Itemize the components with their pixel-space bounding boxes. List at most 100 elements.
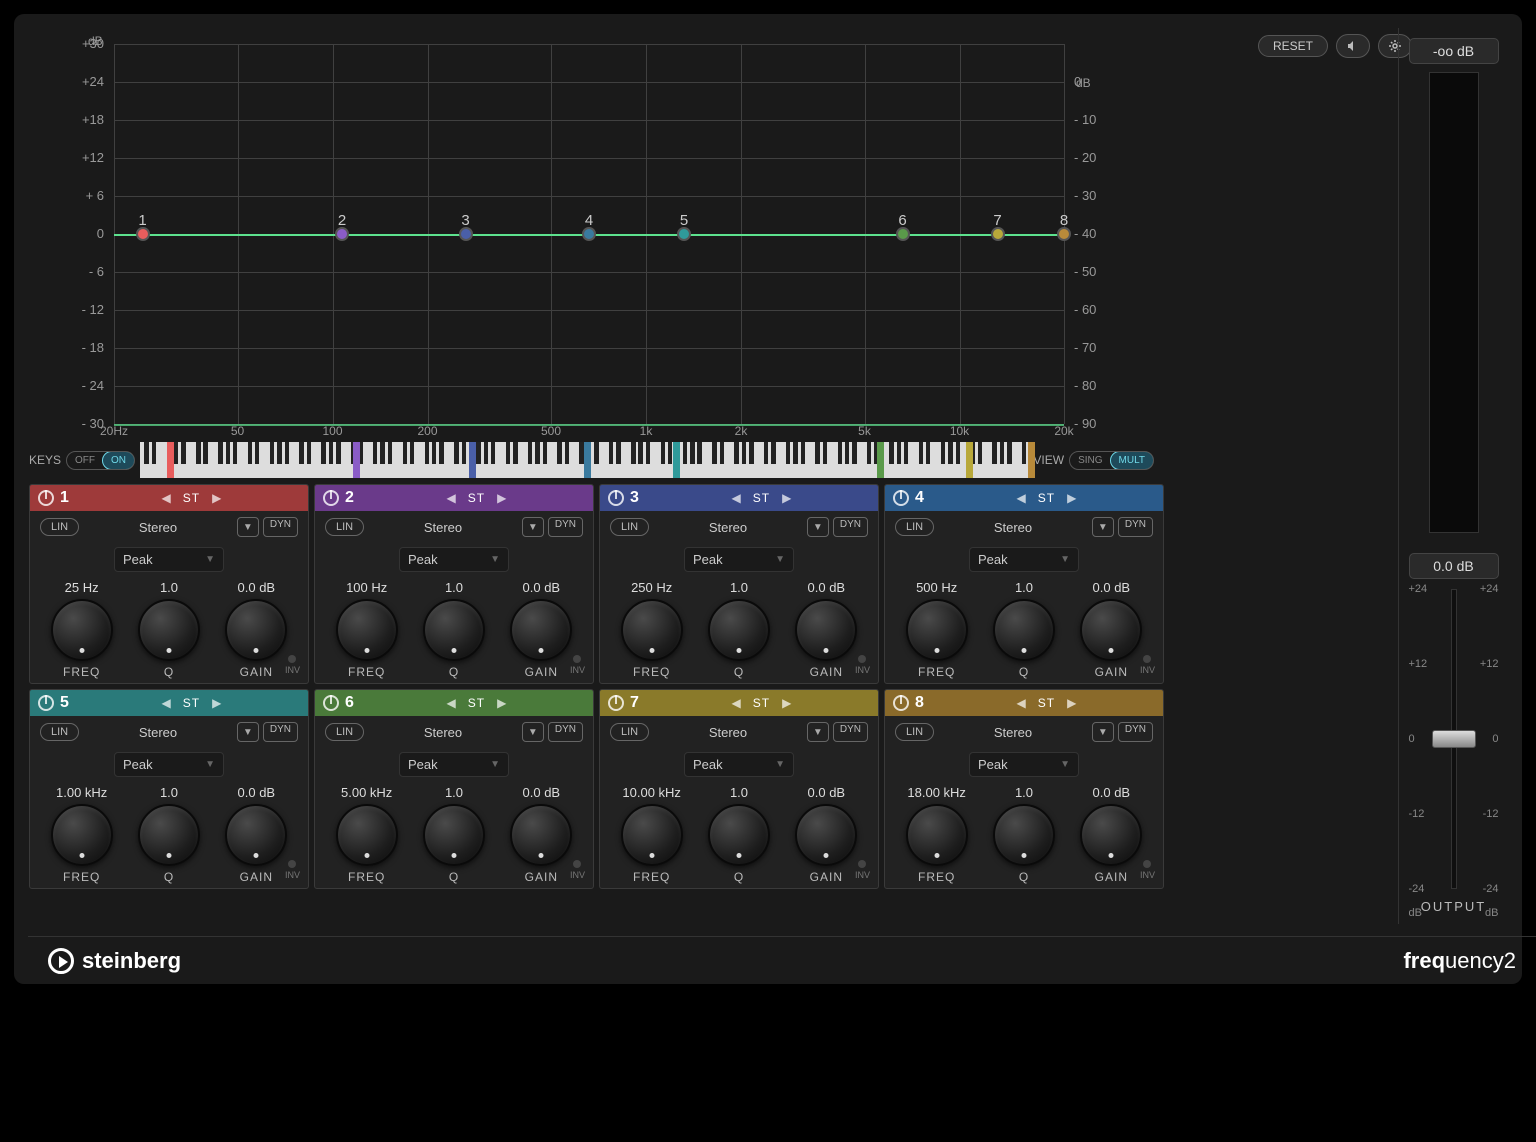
inv-toggle[interactable]: INV: [1140, 655, 1155, 675]
eq-node-7[interactable]: [991, 227, 1005, 241]
eq-node-4[interactable]: [582, 227, 596, 241]
dropdown-button[interactable]: ▼: [522, 517, 544, 537]
freq-knob[interactable]: [51, 599, 113, 661]
gain-knob[interactable]: [1080, 804, 1142, 866]
lin-button[interactable]: LIN: [325, 518, 364, 536]
filter-type-select[interactable]: Peak▼: [399, 547, 509, 572]
filter-type-select[interactable]: Peak▼: [114, 752, 224, 777]
prev-arrow-icon[interactable]: ◀: [441, 696, 462, 710]
gain-knob[interactable]: [795, 599, 857, 661]
keys-toggle[interactable]: OFF ON: [66, 451, 135, 470]
dyn-button[interactable]: DYN: [1118, 722, 1153, 742]
lin-button[interactable]: LIN: [40, 723, 79, 741]
lin-button[interactable]: LIN: [40, 518, 79, 536]
freq-knob[interactable]: [621, 599, 683, 661]
q-knob[interactable]: [138, 804, 200, 866]
eq-node-1[interactable]: [136, 227, 150, 241]
dropdown-button[interactable]: ▼: [1092, 722, 1114, 742]
gain-knob[interactable]: [225, 804, 287, 866]
freq-knob[interactable]: [51, 804, 113, 866]
next-arrow-icon[interactable]: ▶: [1061, 696, 1082, 710]
view-toggle[interactable]: SING MULT: [1069, 451, 1154, 470]
dropdown-button[interactable]: ▼: [237, 517, 259, 537]
dyn-button[interactable]: DYN: [548, 722, 583, 742]
power-icon[interactable]: [608, 490, 624, 506]
power-icon[interactable]: [893, 490, 909, 506]
power-icon[interactable]: [38, 695, 54, 711]
next-arrow-icon[interactable]: ▶: [1061, 491, 1082, 505]
gain-knob[interactable]: [225, 599, 287, 661]
freq-knob[interactable]: [906, 804, 968, 866]
dyn-button[interactable]: DYN: [833, 722, 868, 742]
dropdown-button[interactable]: ▼: [807, 517, 829, 537]
reset-button[interactable]: RESET: [1258, 35, 1328, 57]
gain-knob[interactable]: [510, 599, 572, 661]
power-icon[interactable]: [323, 490, 339, 506]
next-arrow-icon[interactable]: ▶: [491, 696, 512, 710]
q-knob[interactable]: [993, 599, 1055, 661]
listen-button[interactable]: [1336, 34, 1370, 58]
dyn-button[interactable]: DYN: [548, 517, 583, 537]
freq-knob[interactable]: [336, 599, 398, 661]
inv-toggle[interactable]: INV: [1140, 860, 1155, 880]
inv-toggle[interactable]: INV: [570, 860, 585, 880]
filter-type-select[interactable]: Peak▼: [399, 752, 509, 777]
q-knob[interactable]: [993, 804, 1055, 866]
power-icon[interactable]: [893, 695, 909, 711]
q-knob[interactable]: [708, 599, 770, 661]
eq-node-2[interactable]: [335, 227, 349, 241]
eq-node-3[interactable]: [459, 227, 473, 241]
inv-toggle[interactable]: INV: [855, 655, 870, 675]
q-knob[interactable]: [138, 599, 200, 661]
eq-graph[interactable]: +30+24+18+12+ 60- 6- 12- 18- 24- 300- 10…: [114, 44, 1064, 424]
lin-button[interactable]: LIN: [610, 723, 649, 741]
dyn-button[interactable]: DYN: [833, 517, 868, 537]
prev-arrow-icon[interactable]: ◀: [726, 696, 747, 710]
freq-knob[interactable]: [621, 804, 683, 866]
eq-node-6[interactable]: [896, 227, 910, 241]
lin-button[interactable]: LIN: [895, 723, 934, 741]
filter-type-select[interactable]: Peak▼: [969, 752, 1079, 777]
dropdown-button[interactable]: ▼: [522, 722, 544, 742]
view-sing[interactable]: SING: [1070, 452, 1110, 469]
dropdown-button[interactable]: ▼: [807, 722, 829, 742]
piano-keyboard[interactable]: [140, 442, 1028, 478]
keys-on[interactable]: ON: [102, 451, 135, 470]
inv-toggle[interactable]: INV: [570, 655, 585, 675]
filter-type-select[interactable]: Peak▼: [684, 547, 794, 572]
next-arrow-icon[interactable]: ▶: [776, 491, 797, 505]
prev-arrow-icon[interactable]: ◀: [156, 491, 177, 505]
prev-arrow-icon[interactable]: ◀: [156, 696, 177, 710]
freq-knob[interactable]: [906, 599, 968, 661]
lin-button[interactable]: LIN: [610, 518, 649, 536]
inv-toggle[interactable]: INV: [855, 860, 870, 880]
filter-type-select[interactable]: Peak▼: [114, 547, 224, 572]
dyn-button[interactable]: DYN: [263, 722, 298, 742]
dyn-button[interactable]: DYN: [263, 517, 298, 537]
dyn-button[interactable]: DYN: [1118, 517, 1153, 537]
inv-toggle[interactable]: INV: [285, 860, 300, 880]
keys-off[interactable]: OFF: [67, 452, 103, 469]
q-knob[interactable]: [423, 804, 485, 866]
q-knob[interactable]: [423, 599, 485, 661]
lin-button[interactable]: LIN: [895, 518, 934, 536]
gain-knob[interactable]: [1080, 599, 1142, 661]
next-arrow-icon[interactable]: ▶: [206, 491, 227, 505]
next-arrow-icon[interactable]: ▶: [491, 491, 512, 505]
dropdown-button[interactable]: ▼: [237, 722, 259, 742]
freq-knob[interactable]: [336, 804, 398, 866]
gain-knob[interactable]: [795, 804, 857, 866]
filter-type-select[interactable]: Peak▼: [969, 547, 1079, 572]
prev-arrow-icon[interactable]: ◀: [726, 491, 747, 505]
inv-toggle[interactable]: INV: [285, 655, 300, 675]
next-arrow-icon[interactable]: ▶: [206, 696, 227, 710]
gain-knob[interactable]: [510, 804, 572, 866]
power-icon[interactable]: [323, 695, 339, 711]
dropdown-button[interactable]: ▼: [1092, 517, 1114, 537]
power-icon[interactable]: [608, 695, 624, 711]
prev-arrow-icon[interactable]: ◀: [1011, 491, 1032, 505]
view-mult[interactable]: MULT: [1110, 451, 1154, 470]
next-arrow-icon[interactable]: ▶: [776, 696, 797, 710]
q-knob[interactable]: [708, 804, 770, 866]
prev-arrow-icon[interactable]: ◀: [1011, 696, 1032, 710]
